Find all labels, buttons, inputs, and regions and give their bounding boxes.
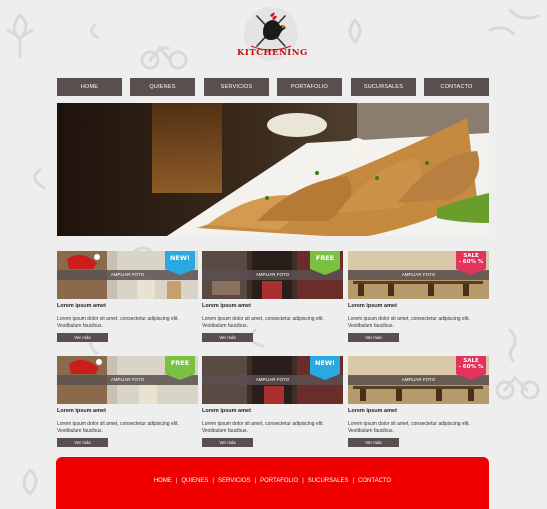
card-title: Lorem ipsum amet <box>57 408 106 414</box>
product-photo[interactable]: AMPLIAR FOTO NEW! <box>57 251 198 299</box>
ver-mas-button[interactable]: Ver más <box>348 333 399 342</box>
card-description: Lorem ipsum dolor sit amet, consectetur … <box>348 316 470 329</box>
card-description: Lorem ipsum dolor sit amet, consectetur … <box>348 421 470 434</box>
nav-sucursales[interactable]: SUCURSALES <box>351 78 416 96</box>
site-logo[interactable]: KITCHENING <box>237 6 308 62</box>
footer-link-servicios[interactable]: SERVICIOS <box>218 478 251 484</box>
card-title: Lorem ipsum amet <box>348 303 397 309</box>
product-card: AMPLIAR FOTO SALE - 60% % Lorem ipsum ame… <box>348 356 489 447</box>
ribbon-label: FREE <box>315 254 335 262</box>
hero-banner-image <box>57 103 489 236</box>
footer-link-contacto[interactable]: CONTACTO <box>358 478 391 484</box>
product-card: AMPLIAR FOTO FREE Lorem ipsum amet Lorem… <box>202 251 343 342</box>
card-description: Lorem ipsum dolor sit amet, consectetur … <box>57 316 179 329</box>
logo-title: KITCHENING <box>237 48 308 58</box>
footer-separator: | <box>212 478 214 484</box>
footer-link-quienes[interactable]: QUIENES <box>181 478 208 484</box>
ribbon-label: NEW! <box>314 359 335 367</box>
footer-link-sucursales[interactable]: SUCURSALES <box>308 478 349 484</box>
card-description: Lorem ipsum dolor sit amet, consectetur … <box>202 316 324 329</box>
card-title: Lorem ipsum amet <box>57 303 106 309</box>
card-title: Lorem ipsum amet <box>348 408 397 414</box>
ver-mas-button[interactable]: Ver más <box>202 438 253 447</box>
footer: HOME | QUIENES | SERVICIOS | PORTAFOLIO | SUCURS… <box>56 457 489 509</box>
card-title: Lorem ipsum amet <box>202 303 251 309</box>
nav-home[interactable]: HOME <box>57 78 122 96</box>
footer-separator: | <box>302 478 304 484</box>
product-photo[interactable]: AMPLIAR FOTO SALE - 60% % <box>348 251 489 299</box>
nav-quienes[interactable]: QUIENES <box>130 78 195 96</box>
main-nav: HOME QUIENES SERVICIOS PORTAFOLIO SUCURS… <box>57 78 489 96</box>
ver-mas-button[interactable]: Ver más <box>57 333 108 342</box>
product-photo[interactable]: AMPLIAR FOTO FREE <box>202 251 343 299</box>
product-card: AMPLIAR FOTO NEW! Lorem ipsum amet Lorem… <box>202 356 343 447</box>
footer-link-home[interactable]: HOME <box>154 478 172 484</box>
ribbon-badge: SALE - 60% % <box>456 358 486 370</box>
ver-mas-button[interactable]: Ver más <box>348 438 399 447</box>
footer-link-portafolio[interactable]: PORTAFOLIO <box>260 478 298 484</box>
ribbon-badge: FREE <box>310 255 340 262</box>
footer-separator: | <box>175 478 178 484</box>
ribbon-badge: NEW! <box>310 360 340 367</box>
product-photo[interactable]: AMPLIAR FOTO FREE <box>57 356 198 404</box>
product-card: AMPLIAR FOTO FREE Lorem ipsum amet Lorem… <box>57 356 198 447</box>
nav-contacto[interactable]: CONTACTO <box>424 78 489 96</box>
card-description: Lorem ipsum dolor sit amet, consectetur … <box>57 421 179 434</box>
footer-separator: | <box>254 478 257 484</box>
product-photo[interactable]: AMPLIAR FOTO NEW! <box>202 356 343 404</box>
ribbon-label: - 60% % <box>458 364 484 370</box>
ribbon-label: FREE <box>170 359 190 367</box>
ribbon-badge: FREE <box>165 360 195 367</box>
product-photo[interactable]: AMPLIAR FOTO SALE - 60% % <box>348 356 489 404</box>
card-title: Lorem ipsum amet <box>202 408 251 414</box>
product-card: AMPLIAR FOTO NEW! Lorem ipsum amet Lorem… <box>57 251 198 342</box>
footer-separator: | <box>352 478 355 484</box>
nav-portafolio[interactable]: PORTAFOLIO <box>277 78 342 96</box>
ribbon-badge: SALE - 60% % <box>456 253 486 265</box>
ver-mas-button[interactable]: Ver más <box>57 438 108 447</box>
ver-mas-button[interactable]: Ver más <box>202 333 253 342</box>
card-description: Lorem ipsum dolor sit amet, consectetur … <box>202 421 324 434</box>
footer-nav: HOME | QUIENES | SERVICIOS | PORTAFOLIO | SUCURS… <box>56 478 489 484</box>
ribbon-label: NEW! <box>169 254 190 262</box>
product-card: AMPLIAR FOTO SALE - 60% % Lorem ipsum ame… <box>348 251 489 342</box>
nav-servicios[interactable]: SERVICIOS <box>204 78 269 96</box>
ribbon-label: - 60% % <box>458 259 484 265</box>
ribbon-badge: NEW! <box>165 255 195 262</box>
